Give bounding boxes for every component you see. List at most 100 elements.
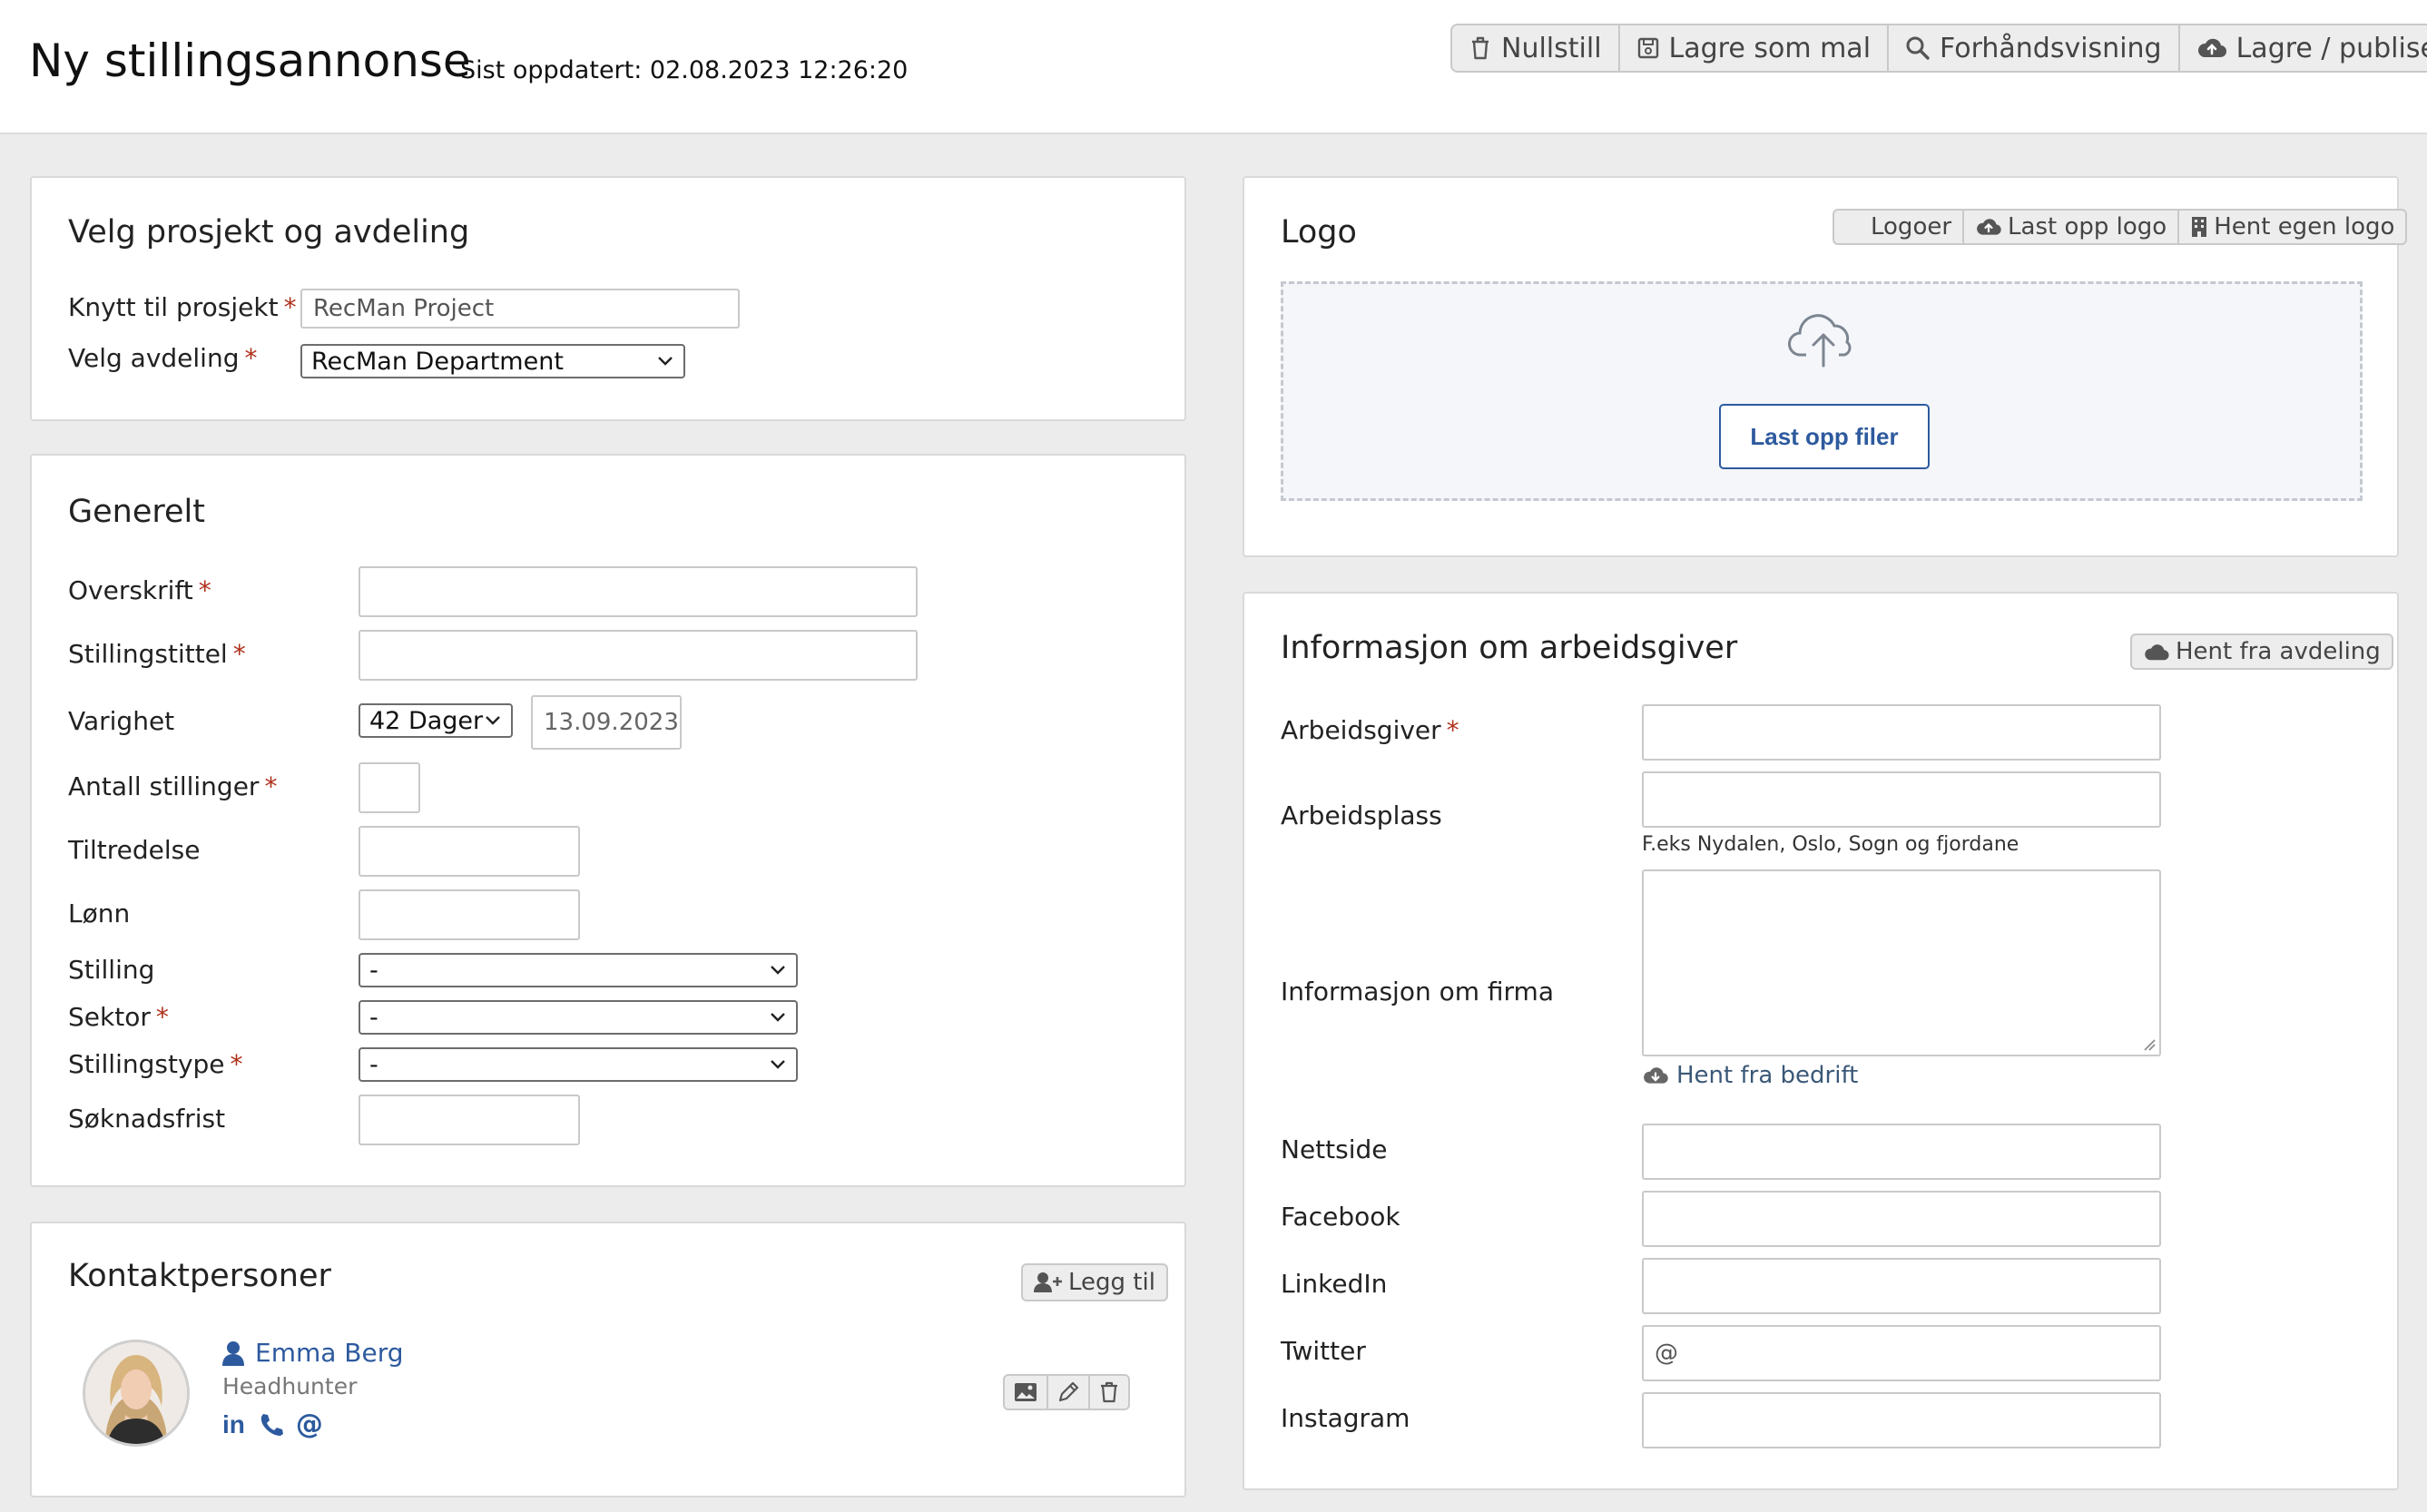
- duration-label: Varighet: [68, 706, 175, 736]
- start-label: Tiltredelse: [68, 835, 201, 865]
- fetch-department-button[interactable]: Hent fra avdeling: [2132, 635, 2392, 668]
- headline-input[interactable]: [359, 566, 918, 617]
- fetch-company-link[interactable]: Hent fra bedrift: [1642, 1062, 1858, 1089]
- panel-title: Velg prosjekt og avdeling: [68, 214, 470, 250]
- preview-button[interactable]: Forhåndsvisning: [1889, 25, 2180, 71]
- contact-name: Emma Berg: [255, 1338, 404, 1368]
- sector-select-value: -: [369, 1003, 378, 1032]
- user-plus-icon: [1034, 1272, 1062, 1292]
- page-header: Ny stillingsannonse Sist oppdatert: 02.0…: [0, 0, 2427, 134]
- positions-count-input[interactable]: [359, 762, 420, 813]
- positions-count-label: Antall stillinger *: [68, 771, 278, 801]
- job-title-input[interactable]: [359, 630, 918, 681]
- position-select-value: -: [369, 956, 378, 985]
- contact-actions: [1003, 1374, 1130, 1410]
- duration-select-value: 42 Dager: [369, 706, 484, 735]
- deadline-label: Søknadsfrist: [68, 1104, 226, 1134]
- linkedin-icon[interactable]: in: [222, 1410, 245, 1439]
- publish-label: Lagre / publiser: [2235, 32, 2427, 64]
- last-updated-text: Sist oppdatert: 02.08.2023 12:26:20: [460, 56, 909, 84]
- contact-info: Emma Berg Headhunter in @: [222, 1338, 404, 1440]
- logos-label: Logoer: [1871, 213, 1952, 241]
- workplace-hint: F.eks Nydalen, Oslo, Sogn og fjordane: [1642, 833, 2019, 856]
- resize-handle-icon[interactable]: [2143, 1038, 2156, 1051]
- logo-toolbar: Logoer Last opp logo Hent egen logo: [1833, 209, 2408, 245]
- contacts-toolbar: Legg til: [1021, 1263, 1168, 1301]
- job-title-label: Stillingstittel *: [68, 639, 246, 669]
- linkedin-input[interactable]: [1642, 1258, 2161, 1314]
- own-logo-button[interactable]: Hent egen logo: [2179, 211, 2405, 243]
- project-department-panel: Velg prosjekt og avdeling Knytt til pros…: [30, 176, 1186, 421]
- sector-label: Sektor *: [68, 1002, 169, 1032]
- save-template-button[interactable]: Lagre som mal: [1620, 25, 1890, 71]
- add-contact-button[interactable]: Legg til: [1023, 1265, 1166, 1300]
- website-input[interactable]: [1642, 1124, 2161, 1180]
- page-title: Ny stillingsannonse: [29, 34, 471, 87]
- contacts-panel: Kontaktpersoner Legg til Emma Berg Headh…: [30, 1222, 1186, 1497]
- department-select[interactable]: RecMan Department: [300, 344, 685, 378]
- building-icon: [2192, 217, 2207, 237]
- cloud-upload-icon: [1788, 314, 1852, 368]
- upload-logo-button[interactable]: Last opp logo: [1964, 211, 2180, 243]
- delete-contact-button[interactable]: [1090, 1376, 1128, 1409]
- upload-logo-label: Last opp logo: [2008, 213, 2167, 241]
- own-logo-label: Hent egen logo: [2214, 213, 2395, 241]
- salary-label: Lønn: [68, 898, 131, 928]
- headline-label: Overskrift *: [68, 575, 211, 605]
- workplace-input[interactable]: [1642, 771, 2161, 828]
- fetch-company-label: Hent fra bedrift: [1676, 1062, 1859, 1089]
- upload-files-button[interactable]: Last opp filer: [1719, 404, 1930, 469]
- duration-select[interactable]: 42 Dager: [359, 703, 513, 738]
- job-type-select[interactable]: -: [359, 1047, 798, 1082]
- start-input[interactable]: [359, 826, 580, 877]
- cloud-upload-icon: [2197, 38, 2226, 58]
- job-type-label: Stillingstype *: [68, 1049, 243, 1079]
- panel-title: Informasjon om arbeidsgiver: [1281, 630, 1738, 666]
- chevron-down-icon: [771, 1060, 785, 1069]
- chevron-down-icon: [771, 1013, 785, 1022]
- publish-button[interactable]: Lagre / publiser: [2180, 25, 2427, 71]
- change-image-button[interactable]: [1005, 1376, 1048, 1409]
- facebook-input[interactable]: [1642, 1191, 2161, 1247]
- position-select[interactable]: -: [359, 953, 798, 987]
- contact-name-link[interactable]: Emma Berg: [222, 1338, 404, 1368]
- panel-title: Generelt: [68, 494, 205, 530]
- search-icon: [1906, 36, 1930, 60]
- trash-icon: [1472, 36, 1489, 60]
- phone-icon[interactable]: [258, 1412, 283, 1438]
- instagram-input[interactable]: [1642, 1392, 2161, 1448]
- workplace-label: Arbeidsplass: [1281, 800, 1442, 830]
- project-label: Knytt til prosjekt *: [68, 292, 297, 322]
- employer-input[interactable]: [1642, 704, 2161, 761]
- facebook-label: Facebook: [1281, 1202, 1400, 1232]
- reset-button[interactable]: Nullstill: [1452, 25, 1620, 71]
- salary-input[interactable]: [359, 889, 580, 940]
- chevron-down-icon: [771, 966, 785, 975]
- logo-panel: Logo Logoer Last opp logo Hent egen logo…: [1243, 176, 2408, 557]
- email-icon[interactable]: @: [296, 1409, 323, 1440]
- website-label: Nettside: [1281, 1134, 1388, 1164]
- company-info-textarea[interactable]: [1642, 869, 2161, 1056]
- pencil-icon: [1058, 1381, 1079, 1402]
- add-contact-label: Legg til: [1068, 1269, 1155, 1296]
- save-icon: [1637, 37, 1658, 59]
- save-template-label: Lagre som mal: [1668, 32, 1872, 64]
- twitter-input[interactable]: @: [1642, 1325, 2161, 1381]
- edit-contact-button[interactable]: [1048, 1376, 1090, 1409]
- sector-select[interactable]: -: [359, 1000, 798, 1035]
- company-info-label: Informasjon om firma: [1281, 977, 1554, 1006]
- chevron-down-icon: [658, 357, 673, 366]
- contact-links: in @: [222, 1409, 404, 1440]
- logos-button[interactable]: Logoer: [1834, 211, 1965, 243]
- avatar: [83, 1340, 190, 1447]
- upload-dropzone[interactable]: Last opp filer: [1281, 281, 2363, 501]
- position-label: Stilling: [68, 955, 155, 985]
- contact-role: Headhunter: [222, 1373, 358, 1399]
- duration-date-input[interactable]: 13.09.2023: [531, 695, 682, 750]
- fetch-department-label: Hent fra avdeling: [2176, 638, 2381, 665]
- project-input[interactable]: RecMan Project: [300, 289, 740, 329]
- instagram-label: Instagram: [1281, 1403, 1410, 1433]
- department-label: Velg avdeling *: [68, 343, 258, 373]
- user-icon: [222, 1340, 244, 1366]
- deadline-input[interactable]: [359, 1095, 580, 1145]
